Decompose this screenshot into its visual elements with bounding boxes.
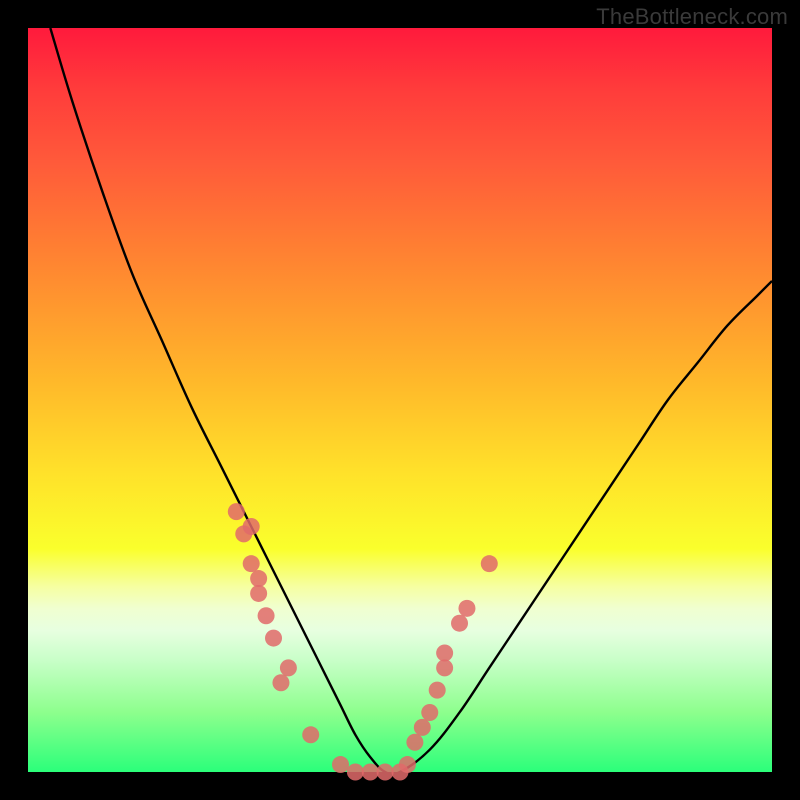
data-marker [272,674,289,691]
data-marker [250,585,267,602]
data-marker [414,719,431,736]
data-marker [421,704,438,721]
data-marker [436,644,453,661]
data-marker [302,726,319,743]
data-marker [228,503,245,520]
data-marker [458,600,475,617]
data-marker [347,764,364,781]
data-marker [235,525,252,542]
data-marker [362,764,379,781]
watermark-text: TheBottleneck.com [596,4,788,30]
data-marker [399,756,416,773]
data-marker [280,659,297,676]
data-marker [436,659,453,676]
data-marker [265,630,282,647]
chart-frame: TheBottleneck.com [0,0,800,800]
data-marker [429,682,446,699]
chart-svg [28,28,772,772]
data-marker [243,555,260,572]
data-marker [406,734,423,751]
data-marker [377,764,394,781]
data-marker [258,607,275,624]
data-marker [250,570,267,587]
data-marker [332,756,349,773]
data-marker [481,555,498,572]
data-marker [451,615,468,632]
bottleneck-curve [50,28,772,775]
